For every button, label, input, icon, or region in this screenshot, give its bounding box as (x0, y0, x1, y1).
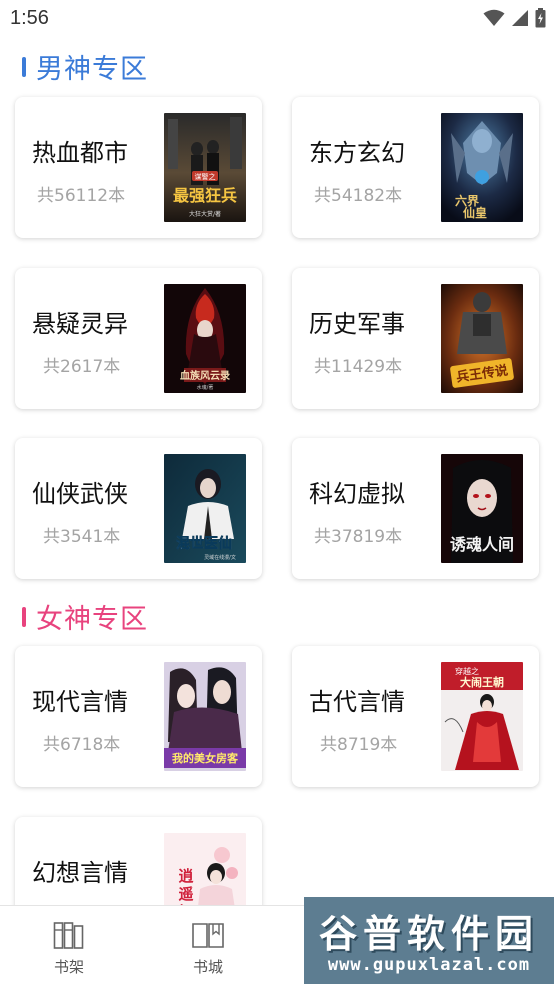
svg-text:谋警之: 谋警之 (195, 172, 216, 181)
category-name: 幻想言情 (32, 859, 128, 887)
category-name: 仙侠武侠 (32, 480, 128, 508)
section-title-text: 女神专区 (36, 604, 148, 635)
category-count: 共2617本 (43, 357, 121, 377)
section-accent-bar (22, 606, 26, 627)
book-cover-image: 谋警之 最强狂兵 大狂大赏/著 (164, 113, 246, 222)
book-cover-image: 我的美女房客 (164, 662, 246, 771)
section-title-text: 男神专区 (36, 54, 148, 85)
status-bar: 1:56 (0, 0, 554, 36)
category-count: 共8719本 (320, 735, 398, 755)
tab-bookshelf[interactable]: 书架 (39, 920, 99, 977)
category-card-ancient-romance[interactable]: 古代言情 共8719本 穿越之 大闹王朝 (292, 646, 539, 787)
section-title-male: 男神专区 (22, 47, 148, 86)
watermark-logo: 谷普软件园 www.gupuxlazal.com (304, 897, 554, 984)
category-name: 历史军事 (309, 310, 405, 338)
category-card-urban[interactable]: 热血都市 共56112本 谋警之 最强狂兵 大狂大赏/著 (15, 97, 262, 238)
battery-icon (535, 8, 546, 28)
svg-text:我的美女房客: 我的美女房客 (172, 751, 239, 765)
book-cover-image: 六界 仙皇 (441, 113, 523, 222)
category-count: 共54182本 (314, 186, 403, 206)
svg-text:大狂大赏/著: 大狂大赏/著 (189, 210, 221, 218)
book-cover-image: 穿越之 大闹王朝 (441, 662, 523, 771)
book-cover-image: 诱魂人间 (441, 454, 523, 563)
watermark-url: www.gupuxlazal.com (327, 955, 531, 975)
svg-text:遥: 遥 (178, 885, 193, 903)
category-count: 共11429本 (314, 357, 403, 377)
category-name: 悬疑灵异 (32, 310, 128, 338)
svg-text:水魂/著: 水魂/著 (197, 384, 214, 391)
book-cover-image: 混世医仙 灵域在线漫/文 (164, 454, 246, 563)
category-name: 科幻虚拟 (309, 480, 405, 508)
category-name: 现代言情 (32, 688, 128, 716)
category-name: 东方玄幻 (309, 139, 405, 167)
book-cover-image: 血族风云录 水魂/著 (164, 284, 246, 393)
svg-text:血族风云录: 血族风云录 (180, 369, 230, 382)
svg-text:仙皇: 仙皇 (463, 205, 487, 220)
svg-text:最强狂兵: 最强狂兵 (173, 186, 237, 205)
section-accent-bar (22, 56, 26, 77)
category-card-scifi[interactable]: 科幻虚拟 共37819本 诱魂人间 (292, 438, 539, 579)
svg-text:大闹王朝: 大闹王朝 (460, 675, 504, 689)
category-card-xianxia[interactable]: 仙侠武侠 共3541本 混世医仙 灵域在线漫/文 (15, 438, 262, 579)
svg-text:灵域在线漫/文: 灵域在线漫/文 (204, 554, 236, 561)
svg-text:混世医仙: 混世医仙 (176, 535, 232, 552)
section-title-female: 女神专区 (22, 597, 148, 636)
open-book-icon (192, 923, 224, 948)
svg-text:逍: 逍 (178, 867, 193, 885)
svg-text:诱魂人间: 诱魂人间 (450, 535, 514, 554)
bookshelf-icon (53, 922, 84, 949)
category-name: 古代言情 (309, 688, 405, 716)
watermark-title: 谷普软件园 (318, 912, 539, 956)
category-count: 共56112本 (37, 186, 126, 206)
wifi-icon (483, 9, 505, 26)
tab-label: 书城 (192, 958, 223, 976)
category-name: 热血都市 (32, 139, 128, 167)
category-card-modern-romance[interactable]: 现代言情 共6718本 我的美女房客 (15, 646, 262, 787)
category-count: 共6718本 (43, 735, 121, 755)
status-time: 1:56 (10, 7, 49, 29)
category-count: 共3541本 (43, 527, 121, 547)
status-icons (483, 8, 546, 28)
cell-signal-icon (512, 10, 528, 26)
category-card-mystery[interactable]: 悬疑灵异 共2617本 血族风云录 水魂/著 (15, 268, 262, 409)
category-card-fantasy[interactable]: 东方玄幻 共54182本 六界 仙皇 (292, 97, 539, 238)
book-cover-image: 兵王传说 (441, 284, 523, 393)
category-card-history[interactable]: 历史军事 共11429本 兵王传说 (292, 268, 539, 409)
tab-label: 书架 (53, 958, 84, 976)
tab-bookstore[interactable]: 书城 (178, 920, 238, 977)
svg-text:穿越之: 穿越之 (455, 666, 479, 676)
category-count: 共37819本 (314, 527, 403, 547)
